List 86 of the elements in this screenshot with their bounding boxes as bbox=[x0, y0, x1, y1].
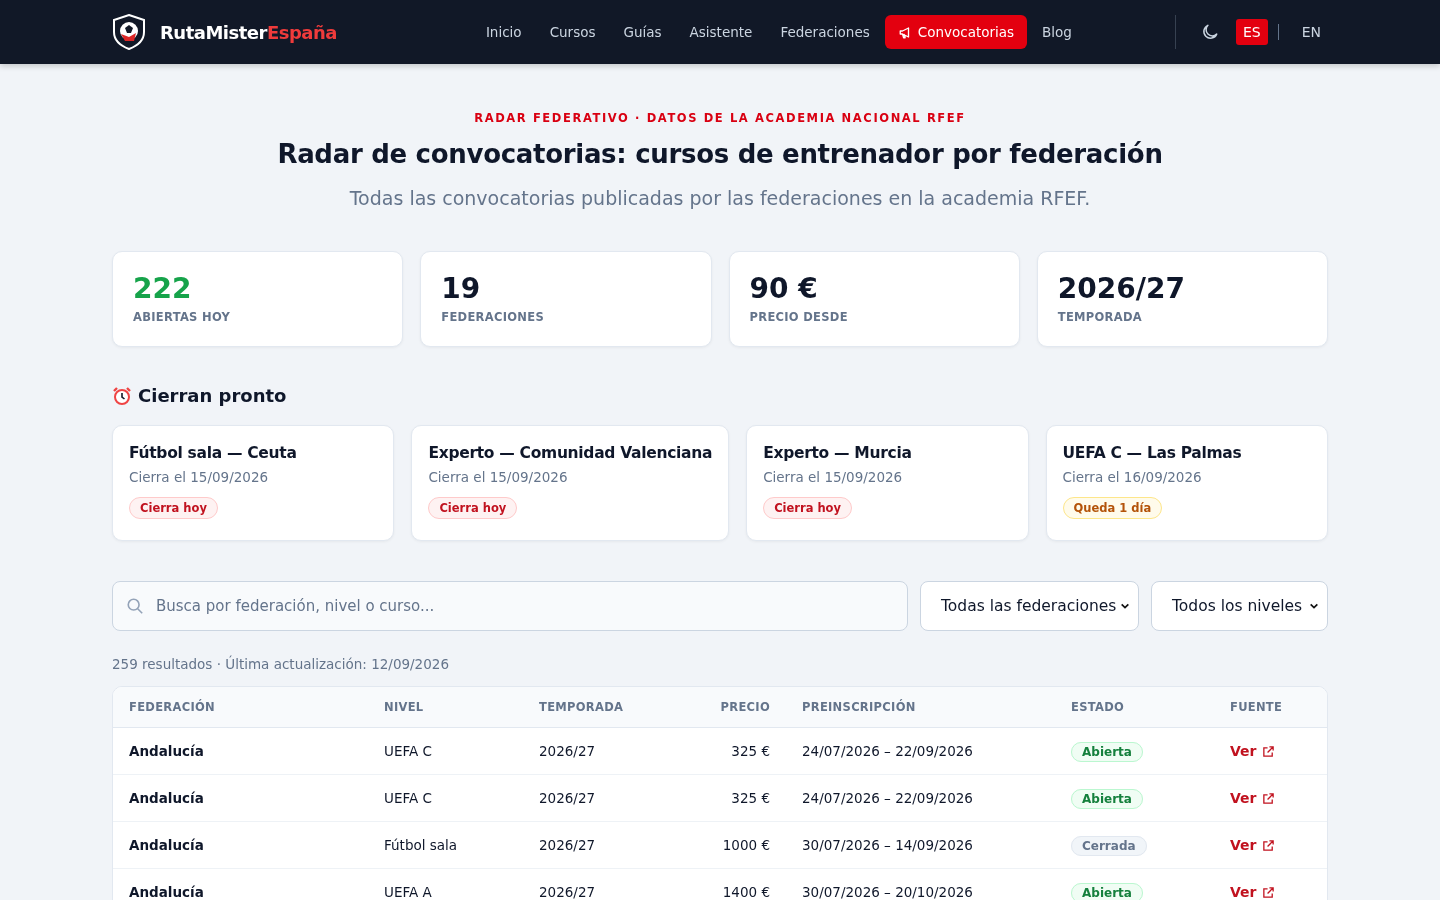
shield-ball-logo-icon bbox=[112, 14, 146, 50]
table-cell-text: 2026/27 bbox=[538, 743, 597, 759]
column-header: FUENTE bbox=[1229, 700, 1284, 714]
table-cell-text: 1000 € bbox=[721, 837, 771, 853]
search-icon bbox=[126, 597, 144, 615]
table-cell-text: 30/07/2026 – 20/10/2026 bbox=[801, 884, 974, 900]
closing-date: Cierra el 15/09/2026 bbox=[129, 469, 270, 485]
column-header: ESTADO bbox=[1070, 700, 1126, 714]
stat-label: PRECIO DESDE bbox=[749, 310, 849, 324]
deadline-badge: Queda 1 día bbox=[1062, 497, 1163, 519]
course-title: Fútbol sala — Ceuta bbox=[129, 444, 298, 462]
chevron-down-icon bbox=[1309, 601, 1319, 611]
table-cell-text: 30/07/2026 – 14/09/2026 bbox=[801, 837, 974, 853]
column-header: PRECIO bbox=[719, 700, 771, 714]
column-header: TEMPORADA bbox=[538, 700, 625, 714]
alarm-clock-icon bbox=[112, 385, 132, 406]
status-badge: Abierta bbox=[1071, 789, 1143, 809]
column-header: PREINSCRIPCIÓN bbox=[801, 700, 917, 714]
source-link[interactable]: Ver bbox=[1230, 884, 1276, 900]
table-cell-text: Andalucía bbox=[128, 884, 205, 900]
closing-date: Cierra el 16/09/2026 bbox=[1062, 469, 1203, 485]
deadline-badge: Cierra hoy bbox=[129, 497, 218, 519]
status-badge: Abierta bbox=[1071, 883, 1143, 900]
nav-link[interactable]: Blog bbox=[1029, 15, 1085, 49]
table-cell-text: 1400 € bbox=[721, 884, 771, 900]
column-header: NIVEL bbox=[383, 700, 425, 714]
deadline-badge: Cierra hoy bbox=[763, 497, 852, 519]
closing-date: Cierra el 15/09/2026 bbox=[763, 469, 904, 485]
source-link[interactable]: Ver bbox=[1230, 790, 1276, 806]
table-cell-text: 325 € bbox=[730, 743, 771, 759]
table-cell-text: 24/07/2026 – 22/09/2026 bbox=[801, 743, 974, 759]
table-cell-text: Andalucía bbox=[128, 743, 205, 759]
course-title: Experto — Murcia bbox=[763, 444, 913, 462]
table-cell-text: UEFA C bbox=[383, 790, 433, 806]
course-title: UEFA C — Las Palmas bbox=[1062, 444, 1243, 462]
course-title: Experto — Comunidad Valenciana bbox=[428, 444, 713, 462]
deadline-card[interactable]: Experto — Comunidad Valenciana Cierra el 15/09/2026 Cierra hoy bbox=[411, 425, 730, 541]
deadline-badge: Cierra hoy bbox=[428, 497, 518, 519]
table-cell-text: 2026/27 bbox=[538, 884, 597, 900]
nav-link[interactable]: Cursos bbox=[536, 15, 609, 49]
nav-link[interactable]: Federaciones bbox=[767, 15, 883, 49]
stat-label: FEDERACIONES bbox=[441, 310, 545, 324]
language-toggle[interactable]: EN bbox=[1294, 19, 1328, 45]
source-link[interactable]: Ver bbox=[1230, 743, 1276, 759]
table-cell-text: Andalucía bbox=[128, 790, 205, 806]
table-cell-text: 24/07/2026 – 22/09/2026 bbox=[801, 790, 974, 806]
status-badge: Abierta bbox=[1071, 742, 1143, 762]
table-cell-text: Fútbol sala bbox=[383, 837, 459, 853]
deadline-card[interactable]: UEFA C — Las Palmas Cierra el 16/09/2026 Queda 1 día bbox=[1045, 425, 1328, 541]
stat-label: TEMPORADA bbox=[1057, 310, 1143, 324]
nav-link[interactable]: Asistente bbox=[676, 15, 766, 49]
deadline-card[interactable]: Experto — Murcia Cierra el 15/09/2026 Cierra hoy bbox=[746, 425, 1029, 541]
deadline-card[interactable]: Fútbol sala — Ceuta Cierra el 15/09/2026 Cierra hoy bbox=[112, 425, 395, 541]
closing-date: Cierra el 15/09/2026 bbox=[428, 469, 569, 485]
stat-value: 90 € bbox=[749, 274, 819, 304]
external-link-icon bbox=[1262, 838, 1276, 852]
table-cell-text: 2026/27 bbox=[538, 837, 597, 853]
search-field[interactable]: Busca por federación, nivel o curso... bbox=[112, 581, 908, 631]
source-link[interactable]: Ver bbox=[1230, 837, 1276, 853]
nav-link[interactable]: Convocatorias bbox=[884, 15, 1028, 49]
section-title: Cierran pronto bbox=[138, 385, 287, 406]
table-cell-text: 325 € bbox=[730, 790, 771, 806]
external-link-icon bbox=[1262, 744, 1276, 758]
level-dropdown[interactable]: Todos los niveles bbox=[1151, 581, 1328, 631]
nav-link[interactable]: Inicio bbox=[472, 15, 535, 49]
table-cell-text: Andalucía bbox=[128, 837, 205, 853]
table-cell-text: UEFA C bbox=[383, 743, 433, 759]
table-cell-text: 2026/27 bbox=[538, 790, 597, 806]
results-summary: 259 resultados · Última actualización: 12/09/2026 bbox=[112, 656, 450, 672]
language-toggle[interactable]: ES bbox=[1235, 19, 1268, 45]
column-header: FEDERACIÓN bbox=[128, 700, 216, 714]
federation-dropdown[interactable]: Todas las federaciones bbox=[920, 581, 1139, 631]
stat-value: 2026/27 bbox=[1057, 274, 1186, 304]
external-link-icon bbox=[1262, 791, 1276, 805]
stat-label: ABIERTAS HOY bbox=[133, 310, 232, 324]
table-cell-text: UEFA A bbox=[383, 884, 433, 900]
external-link-icon bbox=[1262, 885, 1276, 899]
brand-name[interactable]: RutaMisterEspaña bbox=[160, 21, 337, 43]
eyebrow-text: RADAR FEDERATIVO · DATOS DE LA ACADEMIA NACIONAL RFEF bbox=[473, 111, 967, 125]
stat-value: 19 bbox=[441, 274, 482, 304]
page-title: Radar de convocatorias: cursos de entrenador por federación bbox=[276, 139, 1164, 169]
chevron-down-icon bbox=[1120, 601, 1130, 611]
stat-value: 222 bbox=[133, 274, 193, 304]
status-badge: Cerrada bbox=[1071, 836, 1147, 856]
nav-link[interactable]: Guías bbox=[610, 15, 675, 49]
page-subtitle: Todas las convocatorias publicadas por las federaciones en la academia RFEF. bbox=[348, 187, 1092, 209]
